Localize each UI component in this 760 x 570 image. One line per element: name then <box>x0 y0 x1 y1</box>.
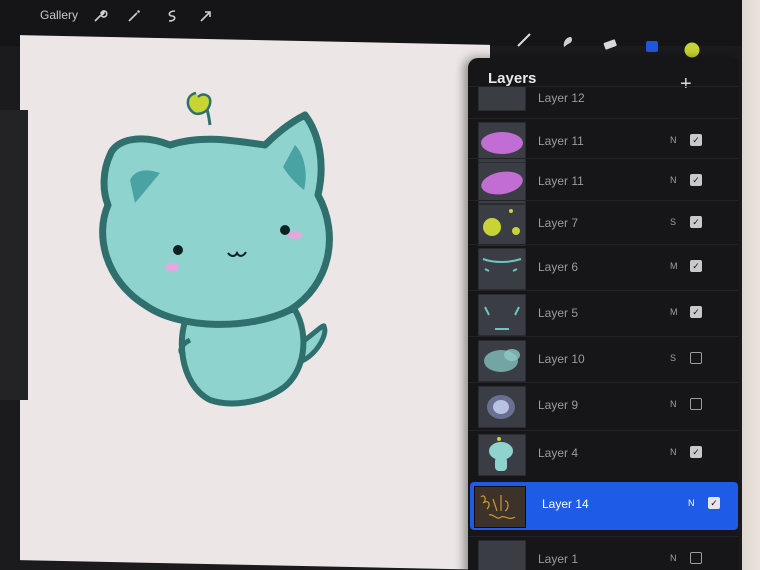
purple-oval-thumbnail <box>481 171 523 195</box>
layers-icon[interactable] <box>644 38 660 54</box>
teal-lines-thumbnail <box>482 258 522 272</box>
blend-mode[interactable]: N <box>688 498 695 508</box>
teal-marks-thumbnail <box>484 306 520 330</box>
cat-sketch-thumbnail <box>487 395 515 419</box>
layer-row[interactable]: Layer 6 M ✓ <box>468 244 738 291</box>
layer-name: Layer 12 <box>538 91 585 105</box>
layer-thumbnail <box>478 386 526 428</box>
visibility-checkbox[interactable]: ✓ <box>690 446 702 458</box>
layer-name: Layer 1 <box>538 552 579 566</box>
layer-thumbnail <box>478 434 526 476</box>
magic-wand-icon[interactable] <box>126 8 142 24</box>
layer-name: Layer 6 <box>538 260 579 274</box>
layer-thumbnail <box>478 540 526 570</box>
layer-row[interactable]: Layer 10 S <box>468 336 738 383</box>
visibility-checkbox[interactable] <box>690 552 702 564</box>
layer-name: Layer 9 <box>538 398 579 412</box>
layer-thumbnail <box>478 87 526 111</box>
yellow-dots-thumbnail <box>483 209 520 236</box>
visibility-checkbox[interactable]: ✓ <box>690 216 702 228</box>
layer-row[interactable]: Layer 5 M ✓ <box>468 290 738 337</box>
layer-name: Layer 4 <box>538 446 579 460</box>
visibility-checkbox[interactable]: ✓ <box>690 260 702 272</box>
layer-row[interactable]: Layer 9 N <box>468 382 738 429</box>
cat-illustration <box>99 91 333 407</box>
layer-thumbnail <box>478 340 526 382</box>
visibility-checkbox[interactable]: ✓ <box>708 497 720 509</box>
visibility-checkbox[interactable] <box>690 352 702 364</box>
transform-arrow-icon[interactable] <box>198 8 214 24</box>
layers-panel-title: Layers <box>488 70 537 87</box>
smudge-icon[interactable] <box>560 34 576 50</box>
signature-thumbnail <box>480 495 516 520</box>
layer-name: Layer 10 <box>538 352 585 366</box>
layer-name: Layer 14 <box>542 497 589 511</box>
visibility-checkbox[interactable]: ✓ <box>690 174 702 186</box>
layer-row[interactable]: Layer 7 S ✓ <box>468 200 738 247</box>
layer-thumbnail <box>478 204 526 246</box>
gallery-button[interactable]: Gallery <box>40 8 78 22</box>
blend-mode[interactable]: N <box>670 447 677 457</box>
layer-thumbnail <box>478 294 526 336</box>
blend-mode[interactable]: N <box>670 175 677 185</box>
layer-name: Layer 7 <box>538 216 579 230</box>
teal-cloud-thumbnail <box>484 349 520 372</box>
blend-mode[interactable]: S <box>670 353 676 363</box>
blend-mode[interactable]: N <box>670 135 677 145</box>
eraser-icon[interactable] <box>602 36 618 52</box>
layer-name: Layer 11 <box>538 174 584 188</box>
layer-name: Layer 5 <box>538 306 579 320</box>
cat-figure-thumbnail <box>489 437 513 471</box>
layer-row[interactable]: Layer 4 N ✓ <box>468 430 738 477</box>
visibility-checkbox[interactable]: ✓ <box>690 306 702 318</box>
purple-oval-thumbnail <box>481 132 523 154</box>
layer-thumbnail <box>478 248 526 290</box>
blend-mode[interactable]: M <box>670 307 678 317</box>
selection-icon[interactable] <box>164 8 180 24</box>
visibility-checkbox[interactable] <box>690 398 702 410</box>
layers-panel: Layers + Layer 12 Layer 11 N ✓ Layer 11 … <box>468 58 738 570</box>
blend-mode[interactable]: N <box>670 399 677 409</box>
layer-name: Layer 11 <box>538 134 584 148</box>
visibility-checkbox[interactable]: ✓ <box>690 134 702 146</box>
color-swatch-icon[interactable] <box>684 42 700 58</box>
layer-row[interactable]: Layer 12 <box>468 86 738 111</box>
layer-row[interactable]: Layer 1 N <box>468 536 738 570</box>
layer-row[interactable]: Layer 11 N ✓ <box>468 158 738 205</box>
brush-size-sidebar[interactable] <box>0 110 28 400</box>
screen: Gallery Layers + Layer 12 Layer 11 N ✓ L… <box>0 0 742 570</box>
layer-row-active[interactable]: Layer 14 N ✓ <box>470 482 738 530</box>
blend-mode[interactable]: M <box>670 261 678 271</box>
brush-icon[interactable] <box>516 32 532 48</box>
layer-thumbnail <box>474 486 526 528</box>
blend-mode[interactable]: N <box>670 553 677 563</box>
layer-thumbnail <box>478 162 526 204</box>
wrench-icon[interactable] <box>92 8 108 24</box>
blend-mode[interactable]: S <box>670 217 676 227</box>
